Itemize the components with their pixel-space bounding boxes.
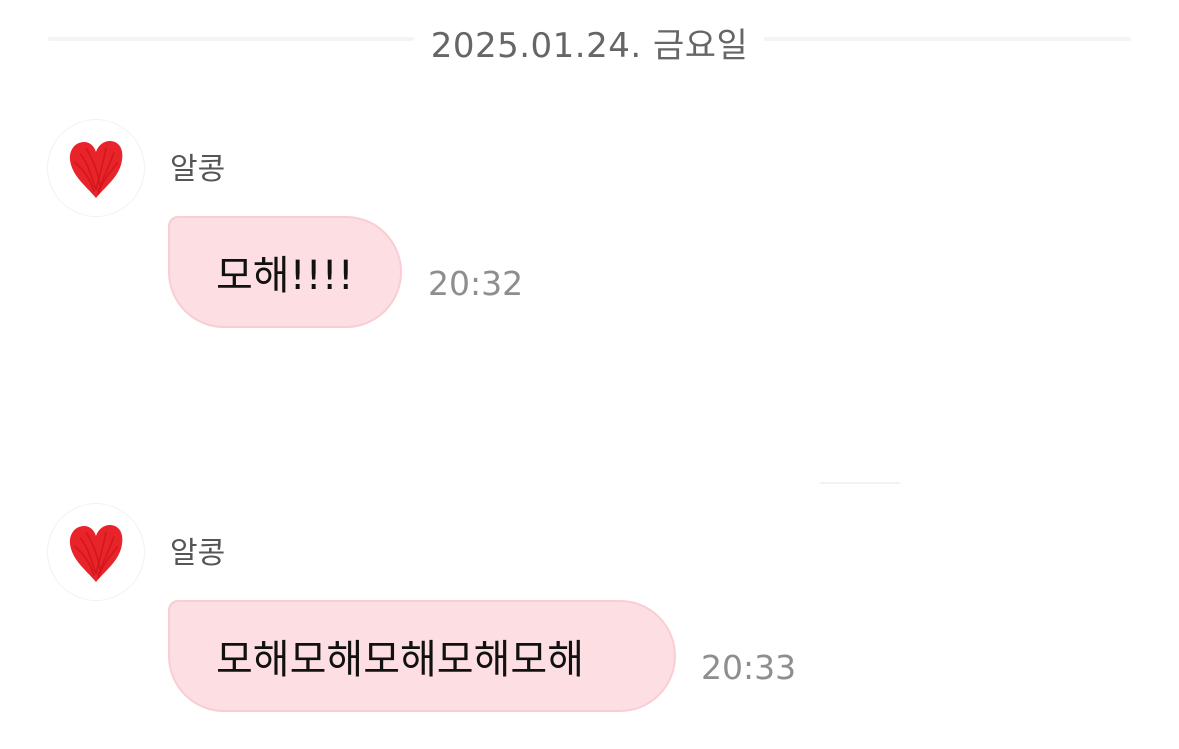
sender-name: 알콩: [170, 152, 226, 187]
date-label: 2025.01.24. 금요일: [430, 26, 749, 66]
faint-divider: [820, 482, 900, 484]
message-bubble[interactable]: 모해모해모해모해모해: [168, 600, 676, 712]
avatar[interactable]: [48, 504, 144, 600]
message-bubble[interactable]: 모해!!!!: [168, 216, 402, 328]
avatar[interactable]: [48, 120, 144, 216]
date-divider: 2025.01.24. 금요일: [48, 8, 1131, 68]
red-heart-icon: [69, 525, 123, 582]
message-time: 20:33: [701, 648, 797, 687]
message-time: 20:32: [428, 264, 524, 303]
red-heart-icon: [69, 141, 123, 198]
divider-line-right: [764, 37, 1131, 41]
sender-name: 알콩: [170, 536, 226, 571]
